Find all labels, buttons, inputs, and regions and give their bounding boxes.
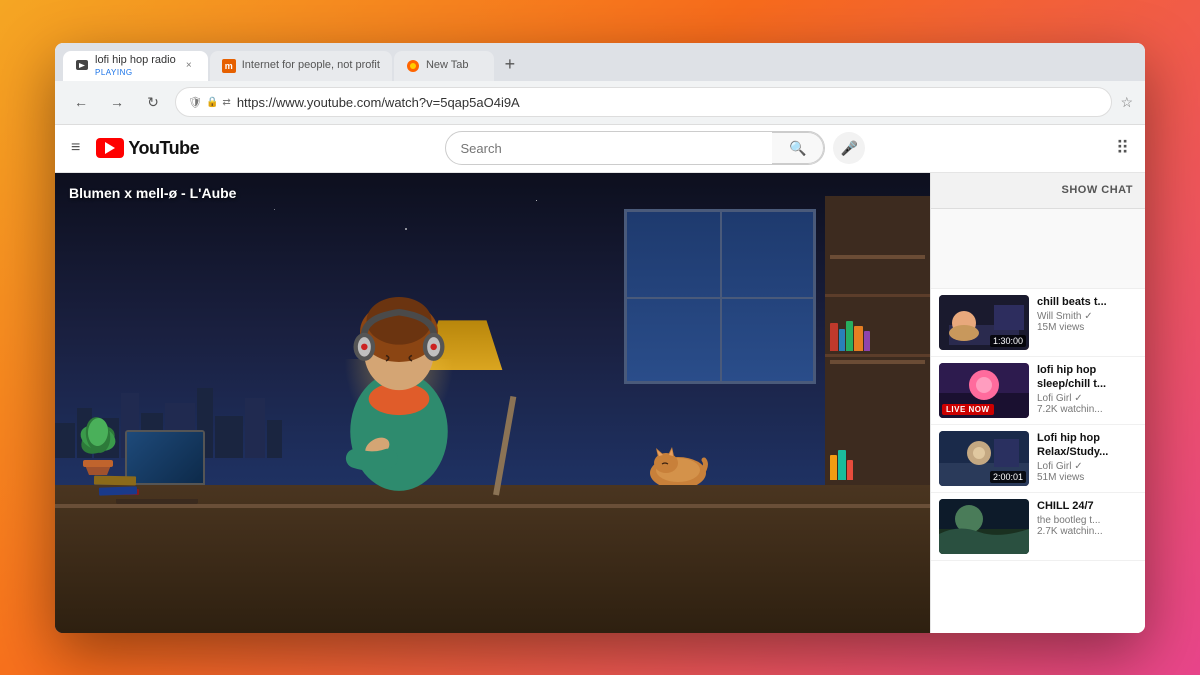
youtube-icon xyxy=(96,138,124,158)
tab-title-lofi: lofi hip hop radio xyxy=(95,54,176,67)
sv-duration-3: 2:00:01 xyxy=(990,471,1026,483)
tab-playing-lofi: PLAYING xyxy=(95,68,176,77)
tab-new-tab[interactable]: New Tab xyxy=(394,51,494,81)
tab-mozilla[interactable]: m Internet for people, not profit xyxy=(210,51,392,81)
mic-button[interactable]: 🎤 xyxy=(833,132,865,164)
lock-icon: 🔒 xyxy=(206,97,218,108)
new-tab-button[interactable]: + xyxy=(496,51,524,79)
tab-title-wrap-new: New Tab xyxy=(426,59,482,72)
tab-title-wrap-mozilla: Internet for people, not profit xyxy=(242,59,380,72)
bookmark-icon[interactable]: ☆ xyxy=(1120,94,1133,111)
sv-thumbnail-4 xyxy=(939,499,1029,554)
search-wrap: 🔍 🎤 xyxy=(211,131,1100,165)
search-button[interactable]: 🔍 xyxy=(772,132,824,164)
shield-icon: 🛡 xyxy=(188,96,202,109)
scene-window xyxy=(624,209,817,384)
address-bar-row: ← → ↻ 🛡 🔒 ⇄ https://www.youtube.com/watc… xyxy=(55,81,1145,125)
laptop-screen xyxy=(125,430,205,485)
character-figure xyxy=(274,258,524,518)
sv-thumbnail-2: LIVE NOW xyxy=(939,363,1029,418)
refresh-button[interactable]: ↻ xyxy=(139,88,167,116)
suggested-video-3[interactable]: 2:00:01 Lofi hip hop Relax/Study... Lofi… xyxy=(931,425,1145,493)
sidebar-panel: SHOW CHAT 1:30:00 xyxy=(930,173,1145,633)
apps-grid-icon[interactable]: ⠿ xyxy=(1112,134,1133,163)
tab-close-lofi[interactable]: × xyxy=(182,59,196,73)
sv-info-4: CHILL 24/7 the bootleg t... 2.7K watchin… xyxy=(1037,499,1137,554)
video-canvas xyxy=(55,173,930,633)
sv-title-3: Lofi hip hop Relax/Study... xyxy=(1037,431,1137,460)
youtube-header: ≡ YouTube 🔍 🎤 ⠿ xyxy=(55,125,1145,173)
sv-duration-1: 1:30:00 xyxy=(990,335,1026,347)
sv-views-1: 15M views xyxy=(1037,322,1137,333)
tab-title-wrap-lofi: lofi hip hop radio PLAYING xyxy=(95,54,176,76)
tab-lofi[interactable]: lofi hip hop radio PLAYING × xyxy=(63,51,208,81)
sv-live-badge-2: LIVE NOW xyxy=(942,404,994,415)
sv-title-2: lofi hip hop sleep/chill t... xyxy=(1037,363,1137,392)
video-player[interactable]: Blumen x mell-ø - L'Aube xyxy=(55,173,930,633)
youtube-logo[interactable]: YouTube xyxy=(96,138,199,159)
suggested-video-2[interactable]: LIVE NOW lofi hip hop sleep/chill t... L… xyxy=(931,357,1145,425)
tab-title-new: New Tab xyxy=(426,59,482,72)
sv-info-2: lofi hip hop sleep/chill t... Lofi Girl … xyxy=(1037,363,1137,418)
main-content: Blumen x mell-ø - L'Aube SHOW CHAT xyxy=(55,173,1145,633)
sv-channel-2: Lofi Girl ✓ xyxy=(1037,393,1137,404)
security-icons: 🛡 🔒 ⇄ xyxy=(188,96,231,109)
tab-title-mozilla: Internet for people, not profit xyxy=(242,59,380,72)
sv-channel-4: the bootleg t... xyxy=(1037,515,1137,526)
sv-channel-3: Lofi Girl ✓ xyxy=(1037,461,1137,472)
suggested-video-1[interactable]: 1:30:00 chill beats t... Will Smith ✓ 15… xyxy=(931,289,1145,357)
forward-button[interactable]: → xyxy=(103,88,131,116)
video-title-overlay: Blumen x mell-ø - L'Aube xyxy=(69,185,236,201)
suggested-video-4[interactable]: CHILL 24/7 the bootleg t... 2.7K watchin… xyxy=(931,493,1145,561)
address-bar[interactable]: 🛡 🔒 ⇄ https://www.youtube.com/watch?v=5q… xyxy=(175,87,1112,117)
video-section: Blumen x mell-ø - L'Aube xyxy=(55,173,930,633)
sv-thumbnail-1: 1:30:00 xyxy=(939,295,1029,350)
sv-title-4: CHILL 24/7 xyxy=(1037,499,1137,513)
sv-views-4: 2.7K watchin... xyxy=(1037,526,1137,537)
sv-channel-1: Will Smith ✓ xyxy=(1037,311,1137,322)
sync-icon: ⇄ xyxy=(222,97,230,108)
sv-views-2: 7.2K watchin... xyxy=(1037,404,1137,415)
scene-bookshelf xyxy=(825,196,930,495)
tab-favicon-firefox xyxy=(406,59,420,73)
sv-views-3: 51M views xyxy=(1037,472,1137,483)
sv-info-1: chill beats t... Will Smith ✓ 15M views xyxy=(1037,295,1137,350)
scene-plant xyxy=(73,410,123,485)
youtube-right-icons: ⠿ xyxy=(1112,134,1133,163)
show-chat-button[interactable]: SHOW CHAT xyxy=(931,173,1145,209)
sv-info-3: Lofi hip hop Relax/Study... Lofi Girl ✓ … xyxy=(1037,431,1137,486)
browser-window: lofi hip hop radio PLAYING × m Internet … xyxy=(55,43,1145,633)
chat-placeholder xyxy=(931,209,1145,289)
youtube-wordmark: YouTube xyxy=(128,138,199,159)
video-title-text: Blumen x mell-ø - L'Aube xyxy=(69,185,236,201)
url-text: https://www.youtube.com/watch?v=5qap5aO4… xyxy=(237,95,1100,110)
hamburger-menu[interactable]: ≡ xyxy=(67,135,84,161)
suggested-videos-list: 1:30:00 chill beats t... Will Smith ✓ 15… xyxy=(931,289,1145,633)
tab-favicon-lofi xyxy=(75,59,89,73)
scene-cat xyxy=(646,445,711,485)
tab-favicon-mozilla: m xyxy=(222,59,236,73)
tab-bar: lofi hip hop radio PLAYING × m Internet … xyxy=(55,43,1145,81)
back-button[interactable]: ← xyxy=(67,88,95,116)
sv-title-1: chill beats t... xyxy=(1037,295,1137,309)
show-chat-label: SHOW CHAT xyxy=(1061,184,1133,196)
search-input[interactable] xyxy=(446,132,772,164)
sv-thumbnail-3: 2:00:01 xyxy=(939,431,1029,486)
